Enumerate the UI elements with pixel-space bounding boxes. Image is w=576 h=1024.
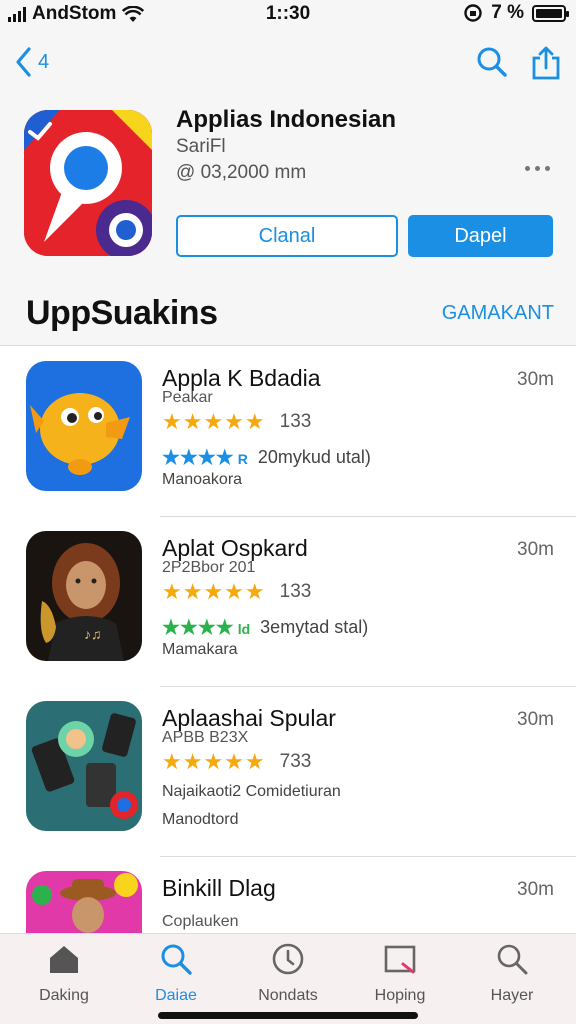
musician-app-icon: ♪♫ [26, 531, 142, 661]
search-icon [161, 944, 192, 975]
clock-icon [272, 943, 304, 975]
see-all-link[interactable]: GAMAKANT [442, 302, 554, 325]
item-title: Appla K Bdadia [162, 365, 321, 391]
cowboy-app-icon [26, 871, 142, 941]
back-button[interactable]: 4 [14, 46, 49, 78]
rating-count: 133 [279, 581, 312, 602]
item-extra: 20mykud utal) [257, 447, 371, 467]
app-subtitle: SariFl [176, 136, 226, 157]
item-title: Aplat Ospkard [162, 535, 308, 561]
list-item[interactable]: Appla K Bdadia 30m Peakar ★★★★★ 133 ★★★★… [0, 347, 576, 517]
item-time: 30m [517, 369, 554, 390]
search-icon[interactable] [476, 46, 508, 78]
app-header: Applias Indonesian SariFl @ 03,2000 mm C… [0, 100, 576, 280]
tab-label: Daiae [155, 987, 197, 1004]
secondary-star-icon: ★★★★ ld [162, 617, 251, 639]
nav-actions [476, 46, 562, 80]
search-icon [497, 944, 528, 975]
battery-icon [532, 4, 569, 22]
back-label: 4 [38, 50, 50, 73]
item-developer: Mamakara [162, 641, 238, 658]
star-rating-icon: ★★★★★ [162, 409, 266, 434]
rating-count: 733 [279, 751, 312, 772]
rating: ★★★★★ 733 [162, 749, 311, 775]
secondary-button[interactable]: Clanal [176, 215, 398, 257]
star-rating-icon: ★★★★★ [162, 749, 266, 774]
list-item[interactable]: ♪♫ Aplat Ospkard 30m 2P2Bbor 201 ★★★★★ 1… [0, 517, 576, 687]
fish-app-icon [26, 361, 142, 491]
item-developer: Manodtord [162, 811, 239, 828]
rating: ★★★★★ 133 [162, 579, 311, 605]
inbox-icon [384, 945, 416, 974]
item-time: 30m [517, 879, 554, 900]
nav-bar: 4 [0, 28, 576, 100]
primary-button[interactable]: Dapel [408, 215, 553, 257]
rating-count: 133 [279, 411, 312, 432]
tab-label: Nondats [258, 987, 318, 1004]
item-subtitle: APBB B23X [162, 729, 249, 746]
app-meta: @ 03,2000 mm [176, 162, 307, 183]
list-item[interactable]: Aplaashai Spular 30m APBB B23X ★★★★★ 733… [0, 687, 576, 857]
tab-label: Hoping [374, 987, 426, 1004]
item-subtitle: Peakar [162, 389, 213, 406]
more-icon[interactable] [525, 166, 550, 171]
phones-app-icon [26, 701, 142, 831]
item-developer: Manoakora [162, 471, 243, 488]
secondary-line: Najaikaoti2 Comidetiuran [162, 783, 341, 801]
tab-nondats[interactable]: Nondats [238, 942, 338, 1005]
app-title: Applias Indonesian [176, 106, 397, 133]
tab-bar: Daking Daiae Nondats Hoping Hayer [0, 933, 576, 1024]
tab-hayer[interactable]: Hayer [462, 942, 562, 1005]
section-header: UppSuakins GAMAKANT [0, 280, 576, 346]
app-list: Appla K Bdadia 30m Peakar ★★★★★ 133 ★★★★… [0, 347, 576, 1024]
secondary-rating: ★★★★ R 20mykud utal) [162, 445, 371, 470]
tab-daking[interactable]: Daking [14, 942, 114, 1005]
location-pin-icon [24, 110, 152, 256]
home-icon [50, 946, 78, 973]
status-bar: AndStom 1::30 7 % [0, 0, 576, 28]
section-title: UppSuakins [26, 294, 218, 332]
home-indicator[interactable] [158, 1012, 418, 1019]
item-subtitle: 2P2Bbor 201 [162, 559, 256, 576]
item-title: Binkill Dlag [162, 875, 276, 901]
item-extra: 3emytad stal) [260, 617, 369, 637]
share-icon[interactable] [530, 46, 562, 80]
secondary-rating: ★★★★ ld 3emytad stal) [162, 615, 368, 640]
rating: ★★★★★ 133 [162, 409, 311, 435]
tab-label: Hayer [490, 987, 534, 1004]
secondary-star-icon: ★★★★ R [162, 447, 248, 469]
tab-daiae[interactable]: Daiae [126, 942, 226, 1005]
app-icon[interactable] [24, 110, 152, 256]
status-right-text: 7 % [491, 2, 524, 23]
item-subtitle: Coplauken [162, 913, 239, 930]
item-title: Aplaashai Spular [162, 705, 336, 731]
item-time: 30m [517, 709, 554, 730]
item-time: 30m [517, 539, 554, 560]
item-extra: Najaikaoti2 Comidetiuran [162, 783, 341, 800]
orientation-lock-icon [464, 4, 482, 22]
tab-hoping[interactable]: Hoping [350, 942, 450, 1005]
svg-text:♪♫: ♪♫ [84, 626, 102, 642]
tab-label: Daking [39, 987, 89, 1004]
star-rating-icon: ★★★★★ [162, 579, 266, 604]
chevron-left-icon [16, 47, 31, 77]
status-right: 7 % [463, 2, 569, 24]
